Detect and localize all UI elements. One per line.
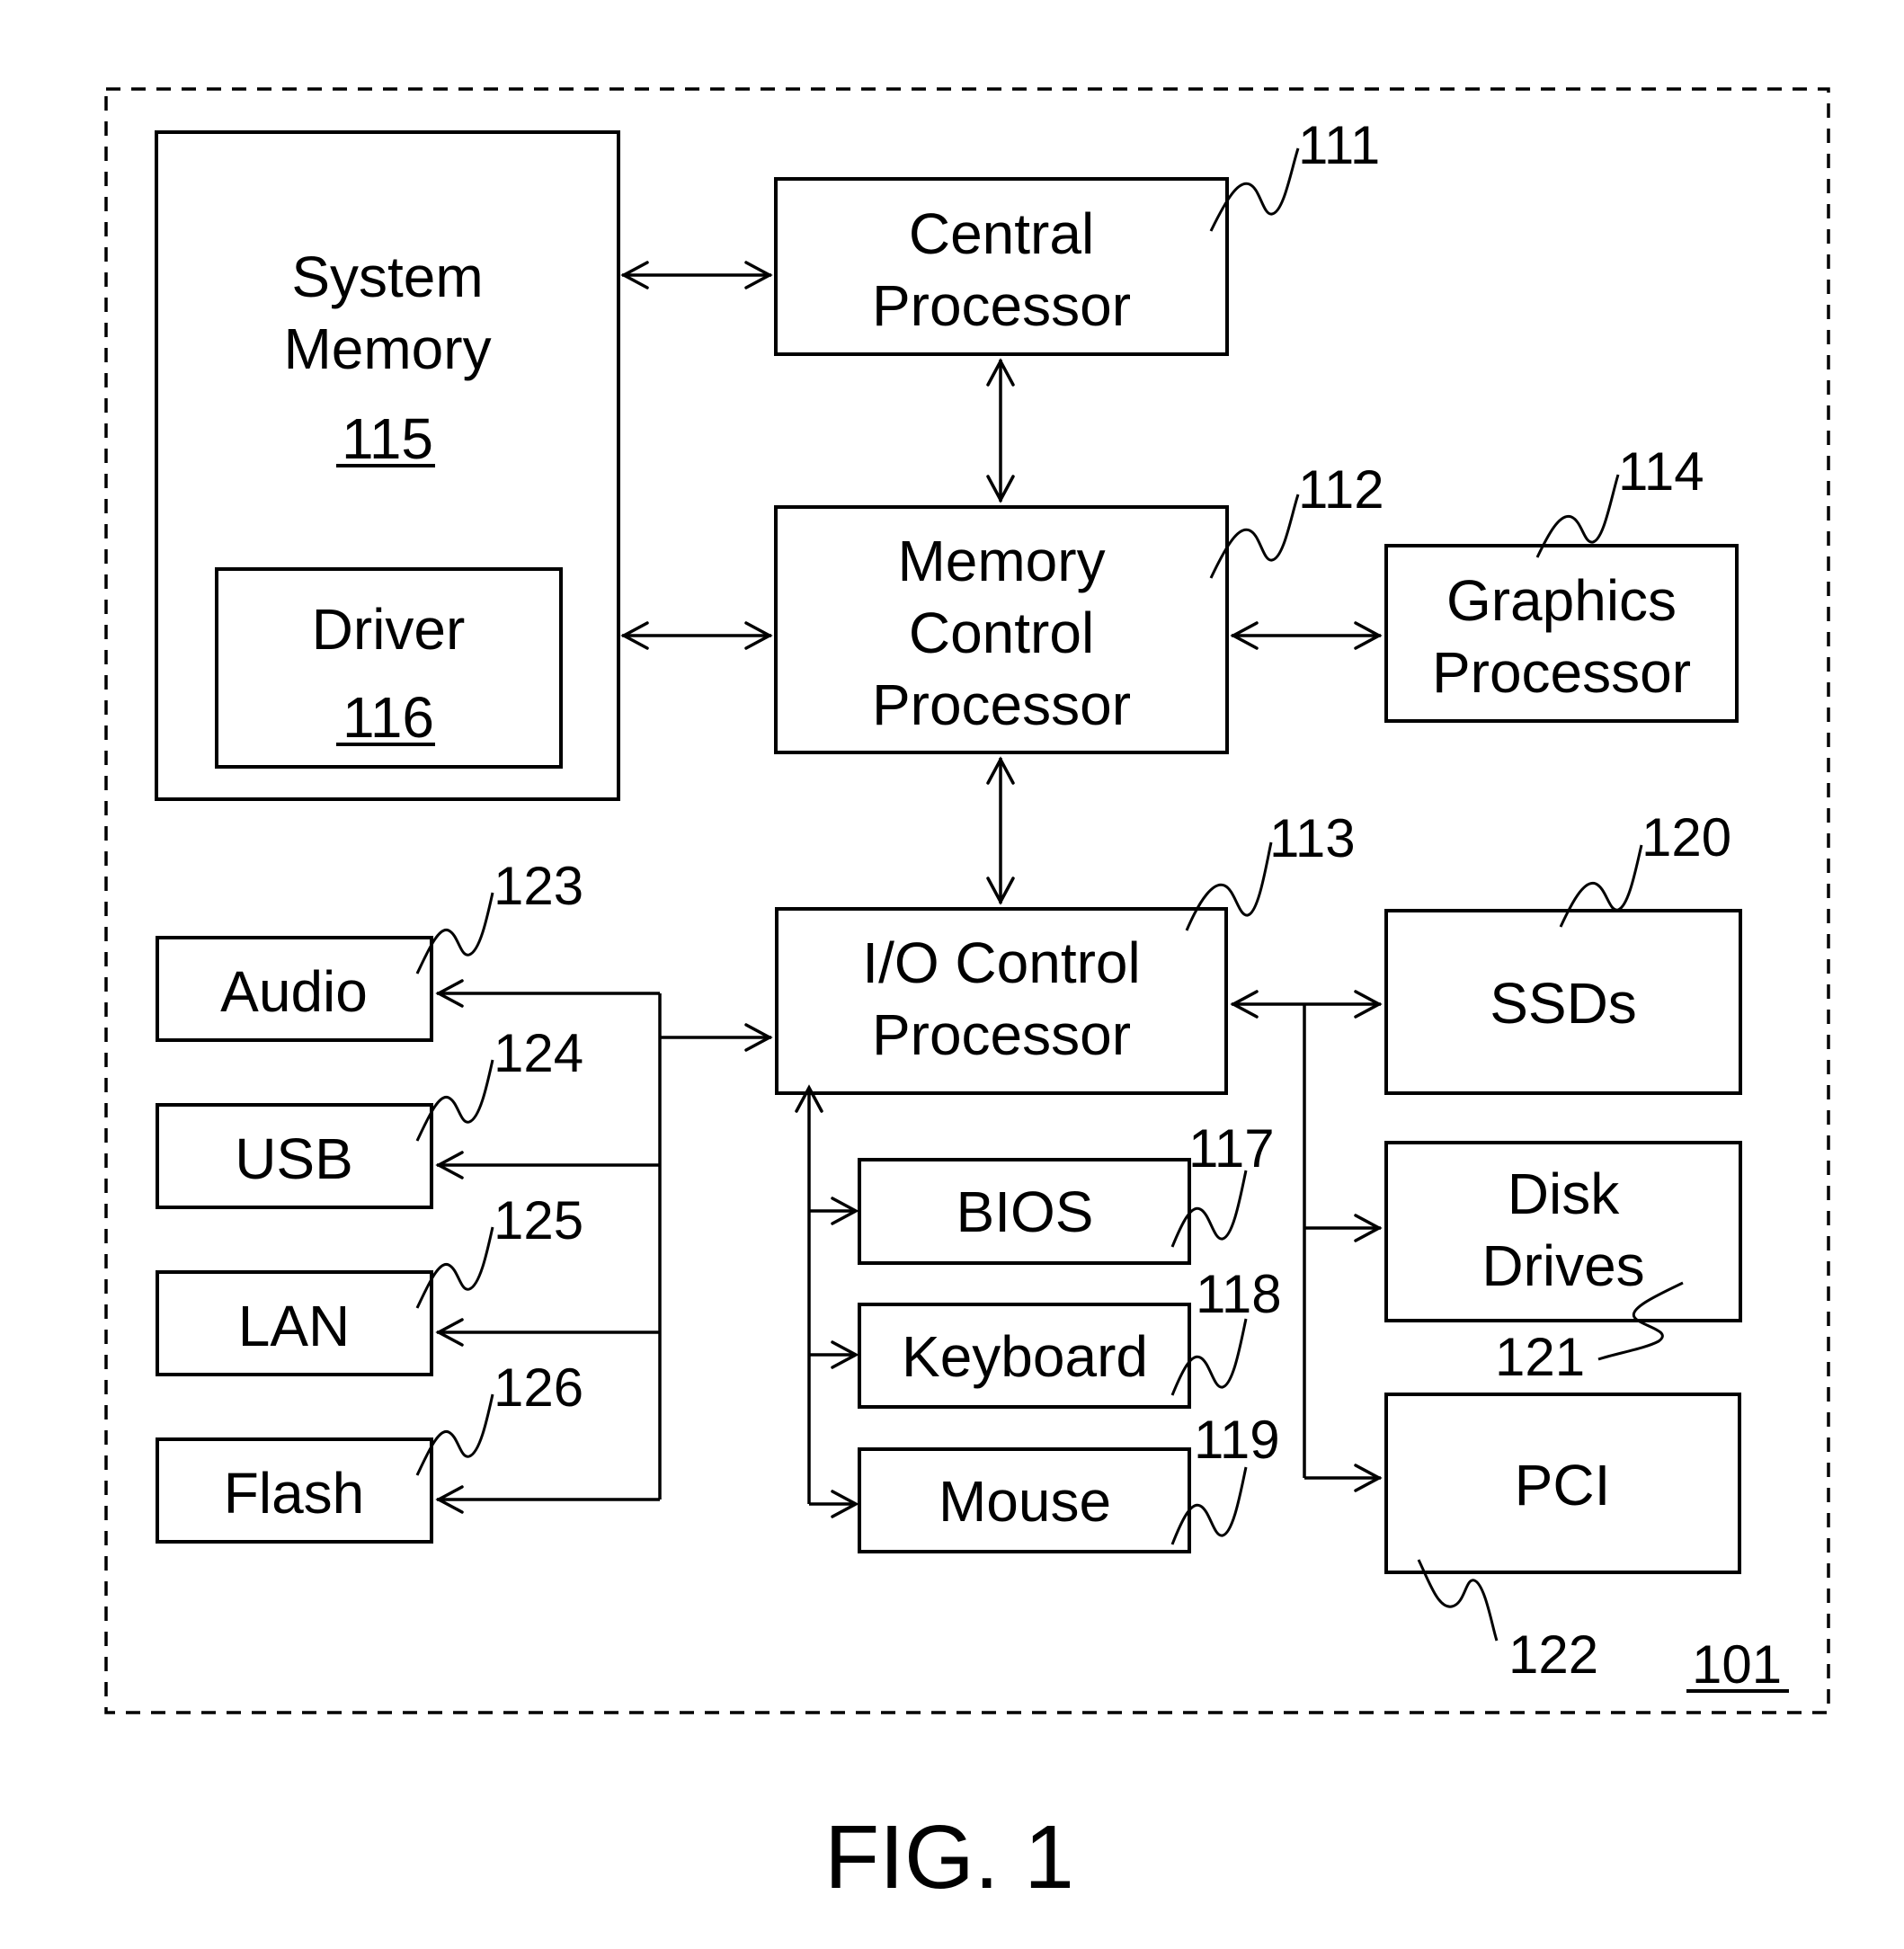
system-memory-label-line2: Memory (283, 316, 491, 381)
ref-label-125: 125 (494, 1190, 583, 1250)
ref-label-119: 119 (1194, 1410, 1280, 1470)
system-memory-label-line1: System (291, 245, 483, 309)
system-ref-label: 101 (1692, 1634, 1782, 1695)
memory-control-processor-block[interactable]: Memory Control Processor (774, 505, 1229, 754)
ssds-label: SSDs (1490, 971, 1637, 1036)
io-control-processor-block[interactable]: I/O Control Processor (775, 907, 1228, 1095)
usb-label: USB (235, 1126, 353, 1191)
flash-block[interactable]: Flash (156, 1437, 433, 1544)
mouse-label: Mouse (939, 1469, 1111, 1534)
graphics-label-line2: Processor (1432, 640, 1691, 705)
disk-drives-block[interactable]: Disk Drives (1384, 1141, 1742, 1322)
ref-label-123: 123 (494, 856, 583, 916)
ref-label-112: 112 (1298, 459, 1384, 520)
system-memory-ref: 115 (342, 406, 433, 471)
pci-block[interactable]: PCI (1384, 1393, 1741, 1574)
central-processor-label-line2: Processor (872, 273, 1131, 338)
block-diagram: System Memory 115 Driver 116 Central Pro… (104, 87, 1830, 1908)
figure-caption: FIG. 1 (824, 1807, 1074, 1908)
audio-label: Audio (220, 959, 368, 1024)
ref-label-124: 124 (494, 1023, 583, 1083)
memory-control-label-line3: Processor (872, 672, 1131, 737)
disk-drives-label-line2: Drives (1481, 1233, 1644, 1298)
driver-ref: 116 (343, 685, 434, 750)
keyboard-label: Keyboard (902, 1324, 1148, 1389)
ref-label-118: 118 (1196, 1264, 1282, 1324)
bios-label: BIOS (956, 1179, 1094, 1244)
keyboard-block[interactable]: Keyboard (858, 1303, 1191, 1409)
driver-block[interactable]: Driver 116 (215, 567, 563, 769)
memory-control-label-line1: Memory (897, 529, 1105, 593)
pci-label: PCI (1515, 1453, 1611, 1517)
ssds-block[interactable]: SSDs (1384, 909, 1742, 1095)
ref-label-126: 126 (494, 1357, 583, 1418)
mouse-block[interactable]: Mouse (858, 1447, 1191, 1553)
ref-label-120: 120 (1642, 807, 1731, 868)
ref-label-117: 117 (1188, 1118, 1275, 1179)
ref-label-111: 111 (1298, 115, 1380, 175)
graphics-label-line1: Graphics (1446, 568, 1677, 633)
ref-label-113: 113 (1269, 808, 1356, 868)
bios-block[interactable]: BIOS (858, 1158, 1191, 1265)
ref-label-121: 121 (1495, 1327, 1585, 1387)
central-processor-block[interactable]: Central Processor (774, 177, 1229, 356)
io-control-label-line2: Processor (872, 1002, 1131, 1067)
io-control-label-line1: I/O Control (862, 930, 1140, 995)
lan-block[interactable]: LAN (156, 1270, 433, 1376)
ref-label-114: 114 (1618, 441, 1704, 502)
lan-label: LAN (238, 1294, 351, 1358)
usb-block[interactable]: USB (156, 1103, 433, 1209)
driver-label: Driver (312, 597, 466, 662)
memory-control-label-line2: Control (909, 601, 1094, 665)
ref-label-122: 122 (1508, 1624, 1598, 1685)
graphics-processor-block[interactable]: Graphics Processor (1384, 544, 1739, 723)
audio-block[interactable]: Audio (156, 936, 433, 1042)
flash-label: Flash (224, 1461, 365, 1526)
disk-drives-label-line1: Disk (1508, 1161, 1620, 1226)
central-processor-label-line1: Central (909, 201, 1094, 266)
